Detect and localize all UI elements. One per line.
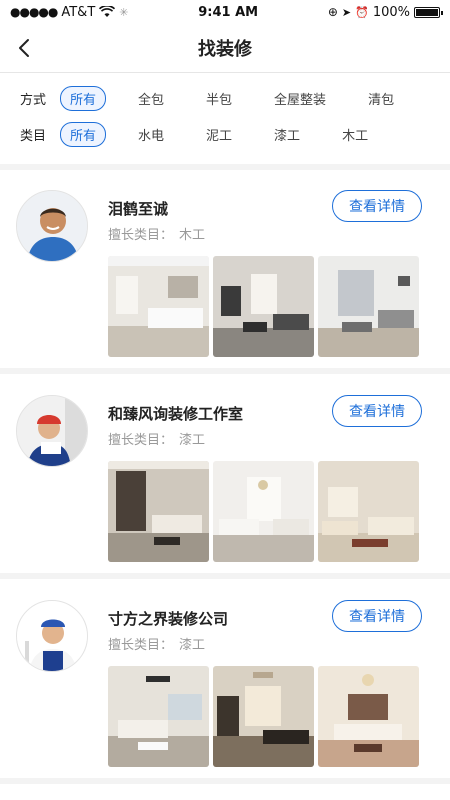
card-divider	[0, 778, 450, 784]
status-right: ⊕ ➤ ⏰ 100%	[327, 4, 443, 20]
avatar	[16, 190, 88, 262]
wifi-icon	[99, 6, 116, 17]
view-details-button[interactable]: 查看详情	[332, 395, 422, 427]
location-icon: ➤	[341, 5, 352, 19]
carrier-label: AT&T	[61, 4, 96, 20]
worker-avatar-image	[17, 191, 87, 261]
chip-category-plumbing[interactable]: 水电	[128, 122, 174, 147]
chip-category-painting[interactable]: 漆工	[264, 122, 310, 147]
filter-row-category: 类目 所有 水电 泥工 漆工 木工	[20, 116, 430, 152]
specialty-label: 擅长类目：	[108, 638, 174, 653]
view-details-button[interactable]: 查看详情	[332, 600, 422, 632]
avatar	[16, 600, 88, 672]
company-name: 寸方之界装修公司	[108, 610, 229, 628]
specialty-value: 木工	[179, 228, 206, 243]
list-item[interactable]: 泪鹤至诚 擅长类目： 木工 查看详情	[0, 170, 450, 374]
worker-avatar-image	[17, 396, 87, 466]
room-photo[interactable]	[213, 666, 314, 767]
filter-row-method: 方式 所有 全包 半包 全屋整装 清包	[20, 80, 430, 116]
chip-category-carpentry[interactable]: 木工	[332, 122, 378, 147]
room-photo[interactable]	[108, 256, 209, 357]
filter-label-method: 方式	[20, 92, 47, 108]
room-photo[interactable]	[318, 666, 419, 767]
specialty-label: 擅长类目：	[108, 228, 174, 243]
room-photo[interactable]	[318, 461, 419, 562]
company-name: 泪鹤至诚	[108, 200, 169, 218]
battery-percent: 100%	[372, 4, 410, 20]
photo-strip	[108, 256, 419, 357]
status-left: ●●●●● AT&T ✳	[10, 5, 128, 20]
lock-rotation-icon: ⊕	[327, 5, 338, 19]
room-photo[interactable]	[108, 666, 209, 767]
chip-method-full[interactable]: 全包	[128, 86, 174, 111]
company-name: 和臻风询装修工作室	[108, 405, 244, 423]
back-button[interactable]	[10, 34, 38, 62]
chip-category-masonry[interactable]: 泥工	[196, 122, 242, 147]
list-item[interactable]: 寸方之界装修公司 擅长类目： 漆工 查看详情	[0, 580, 450, 784]
specialty: 擅长类目： 漆工	[108, 634, 205, 653]
battery-icon	[414, 6, 443, 18]
signal-icon: ●●●●●	[10, 5, 58, 19]
chip-method-labor-only[interactable]: 清包	[358, 86, 404, 111]
room-photo[interactable]	[213, 461, 314, 562]
chip-method-all[interactable]: 所有	[60, 85, 107, 111]
chip-category-all[interactable]: 所有	[60, 121, 107, 147]
list-item[interactable]: 和臻风询装修工作室 擅长类目： 漆工 查看详情	[0, 375, 450, 579]
room-photo[interactable]	[213, 256, 314, 357]
chip-method-whole-house[interactable]: 全屋整装	[264, 86, 336, 111]
chip-method-half[interactable]: 半包	[196, 86, 242, 111]
specialty-label: 擅长类目：	[108, 433, 174, 448]
chevron-left-icon	[19, 39, 29, 57]
specialty: 擅长类目： 漆工	[108, 429, 205, 448]
status-time: 9:41 AM	[198, 4, 259, 20]
room-photo[interactable]	[318, 256, 419, 357]
card-divider	[0, 368, 450, 374]
page-title: 找装修	[198, 39, 252, 60]
filter-label-category: 类目	[20, 128, 47, 144]
loading-icon: ✳	[119, 5, 129, 19]
photo-strip	[108, 666, 419, 767]
worker-avatar-image	[17, 601, 87, 671]
avatar	[16, 395, 88, 467]
specialty: 擅长类目： 木工	[108, 224, 205, 243]
filter-panel: 方式 所有 全包 半包 全屋整装 清包 类目 所有 水电 泥工 漆工 木工	[0, 80, 450, 152]
status-bar: ●●●●● AT&T ✳ 9:41 AM ⊕ ➤ ⏰ 100%	[0, 0, 450, 24]
alarm-icon: ⏰	[355, 5, 369, 19]
view-details-button[interactable]: 查看详情	[332, 190, 422, 222]
specialty-value: 漆工	[179, 638, 206, 653]
nav-divider	[0, 72, 450, 73]
specialty-value: 漆工	[179, 433, 206, 448]
photo-strip	[108, 461, 419, 562]
nav-bar: 找装修	[0, 24, 450, 72]
card-divider	[0, 573, 450, 579]
room-photo[interactable]	[108, 461, 209, 562]
